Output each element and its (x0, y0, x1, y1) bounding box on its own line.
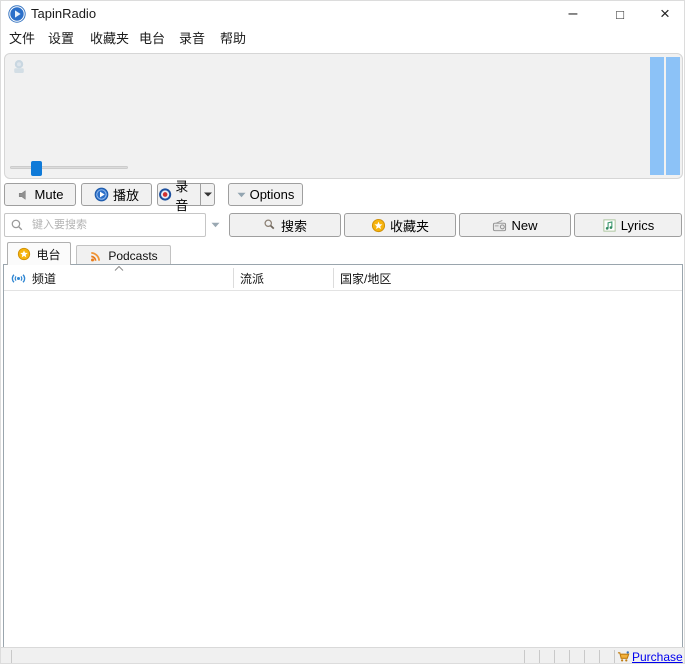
record-icon (159, 188, 172, 201)
table-header: 频道 流派 国家/地区 (4, 265, 682, 291)
play-button[interactable]: 播放 (81, 183, 152, 206)
record-label: 录音 (175, 178, 189, 213)
record-main[interactable]: 录音 (158, 179, 200, 213)
lyrics-button[interactable]: Lyrics (574, 213, 682, 237)
star-badge-icon (18, 247, 31, 261)
vu-meter-left (650, 57, 664, 175)
app-play-icon (8, 5, 26, 23)
menu-help[interactable]: 帮助 (220, 27, 246, 51)
speaker-mute-icon (18, 189, 26, 200)
column-resize-handle[interactable] (233, 268, 234, 288)
radio-icon (493, 219, 507, 231)
favorites-button[interactable]: 收藏夹 (344, 213, 456, 237)
menu-bar: 文件 设置 收藏夹 电台 录音 帮助 (1, 27, 684, 51)
tab-stations[interactable]: 电台 (7, 242, 71, 265)
statusbar-divider (569, 650, 570, 663)
statusbar-divider (584, 650, 585, 663)
player-panel (4, 53, 683, 179)
chevron-down-icon (211, 222, 219, 228)
lyrics-button-label: Lyrics (620, 217, 655, 233)
chevron-down-icon (237, 192, 246, 197)
statusbar-divider (614, 650, 615, 663)
menu-recording[interactable]: 录音 (179, 27, 205, 51)
menu-file[interactable]: 文件 (9, 27, 35, 51)
column-label-channel: 频道 (32, 271, 57, 286)
statusbar-divider (11, 650, 12, 663)
vu-meter-right (666, 57, 680, 175)
broadcast-antenna-icon (11, 273, 26, 283)
record-button[interactable]: 录音 (157, 179, 215, 213)
statusbar-divider (539, 650, 540, 663)
maximize-button[interactable]: □ (605, 1, 635, 27)
volume-slider[interactable] (10, 161, 128, 176)
search-button-label: 搜索 (280, 218, 307, 234)
menu-favorites[interactable]: 收藏夹 (90, 27, 129, 51)
statusbar-divider (599, 650, 600, 663)
search-icon (264, 219, 275, 230)
cart-icon (617, 651, 630, 662)
statusbar-divider (554, 650, 555, 663)
column-header-channel[interactable]: 频道 (10, 265, 56, 291)
radio-placeholder-icon (14, 60, 24, 73)
favorites-button-label: 收藏夹 (389, 218, 429, 234)
status-bar: Purchase (1, 647, 684, 664)
new-button-label: New (511, 217, 538, 233)
column-header-country[interactable]: 国家/地区 (340, 265, 391, 291)
title-bar: TapinRadio – □ × (1, 1, 684, 27)
purchase-label: Purchase (632, 649, 683, 664)
search-dropdown-arrow[interactable] (206, 213, 224, 237)
search-button[interactable]: 搜索 (229, 213, 341, 237)
column-label-genre: 流派 (240, 271, 265, 286)
search-input[interactable] (4, 213, 206, 237)
play-label: 播放 (112, 188, 139, 203)
play-icon (94, 187, 109, 202)
tab-stations-label: 电台 (36, 247, 61, 262)
menu-stations[interactable]: 电台 (139, 27, 165, 51)
station-table: 频道 流派 国家/地区 (3, 264, 683, 647)
sort-ascending-icon (114, 266, 124, 271)
rss-icon (91, 251, 101, 261)
column-resize-handle[interactable] (333, 268, 334, 288)
minimize-button[interactable]: – (558, 1, 588, 27)
options-button[interactable]: Options (228, 183, 303, 206)
options-label: Options (249, 187, 295, 202)
chevron-down-icon (203, 192, 212, 197)
purchase-link[interactable]: Purchase (617, 648, 683, 664)
close-button[interactable]: × (650, 1, 680, 27)
volume-slider-handle[interactable] (31, 161, 42, 176)
station-list-empty (4, 292, 682, 647)
statusbar-divider (524, 650, 525, 663)
mute-button[interactable]: Mute (4, 183, 76, 206)
menu-settings[interactable]: 设置 (48, 27, 74, 51)
new-button[interactable]: New (459, 213, 571, 237)
mute-label: Mute (34, 187, 64, 202)
tab-podcasts-label: Podcasts (108, 248, 158, 263)
page-title: TapinRadio (31, 6, 97, 21)
record-dropdown-arrow[interactable] (200, 184, 214, 205)
lyrics-note-icon (603, 218, 616, 232)
tapinradio-window: TapinRadio – □ × 文件 设置 收藏夹 电台 录音 帮助 Mute (0, 0, 685, 664)
star-badge-icon (371, 218, 386, 232)
tab-podcasts[interactable]: Podcasts (76, 245, 171, 265)
column-label-country: 国家/地区 (340, 271, 392, 286)
column-header-genre[interactable]: 流派 (240, 265, 264, 291)
